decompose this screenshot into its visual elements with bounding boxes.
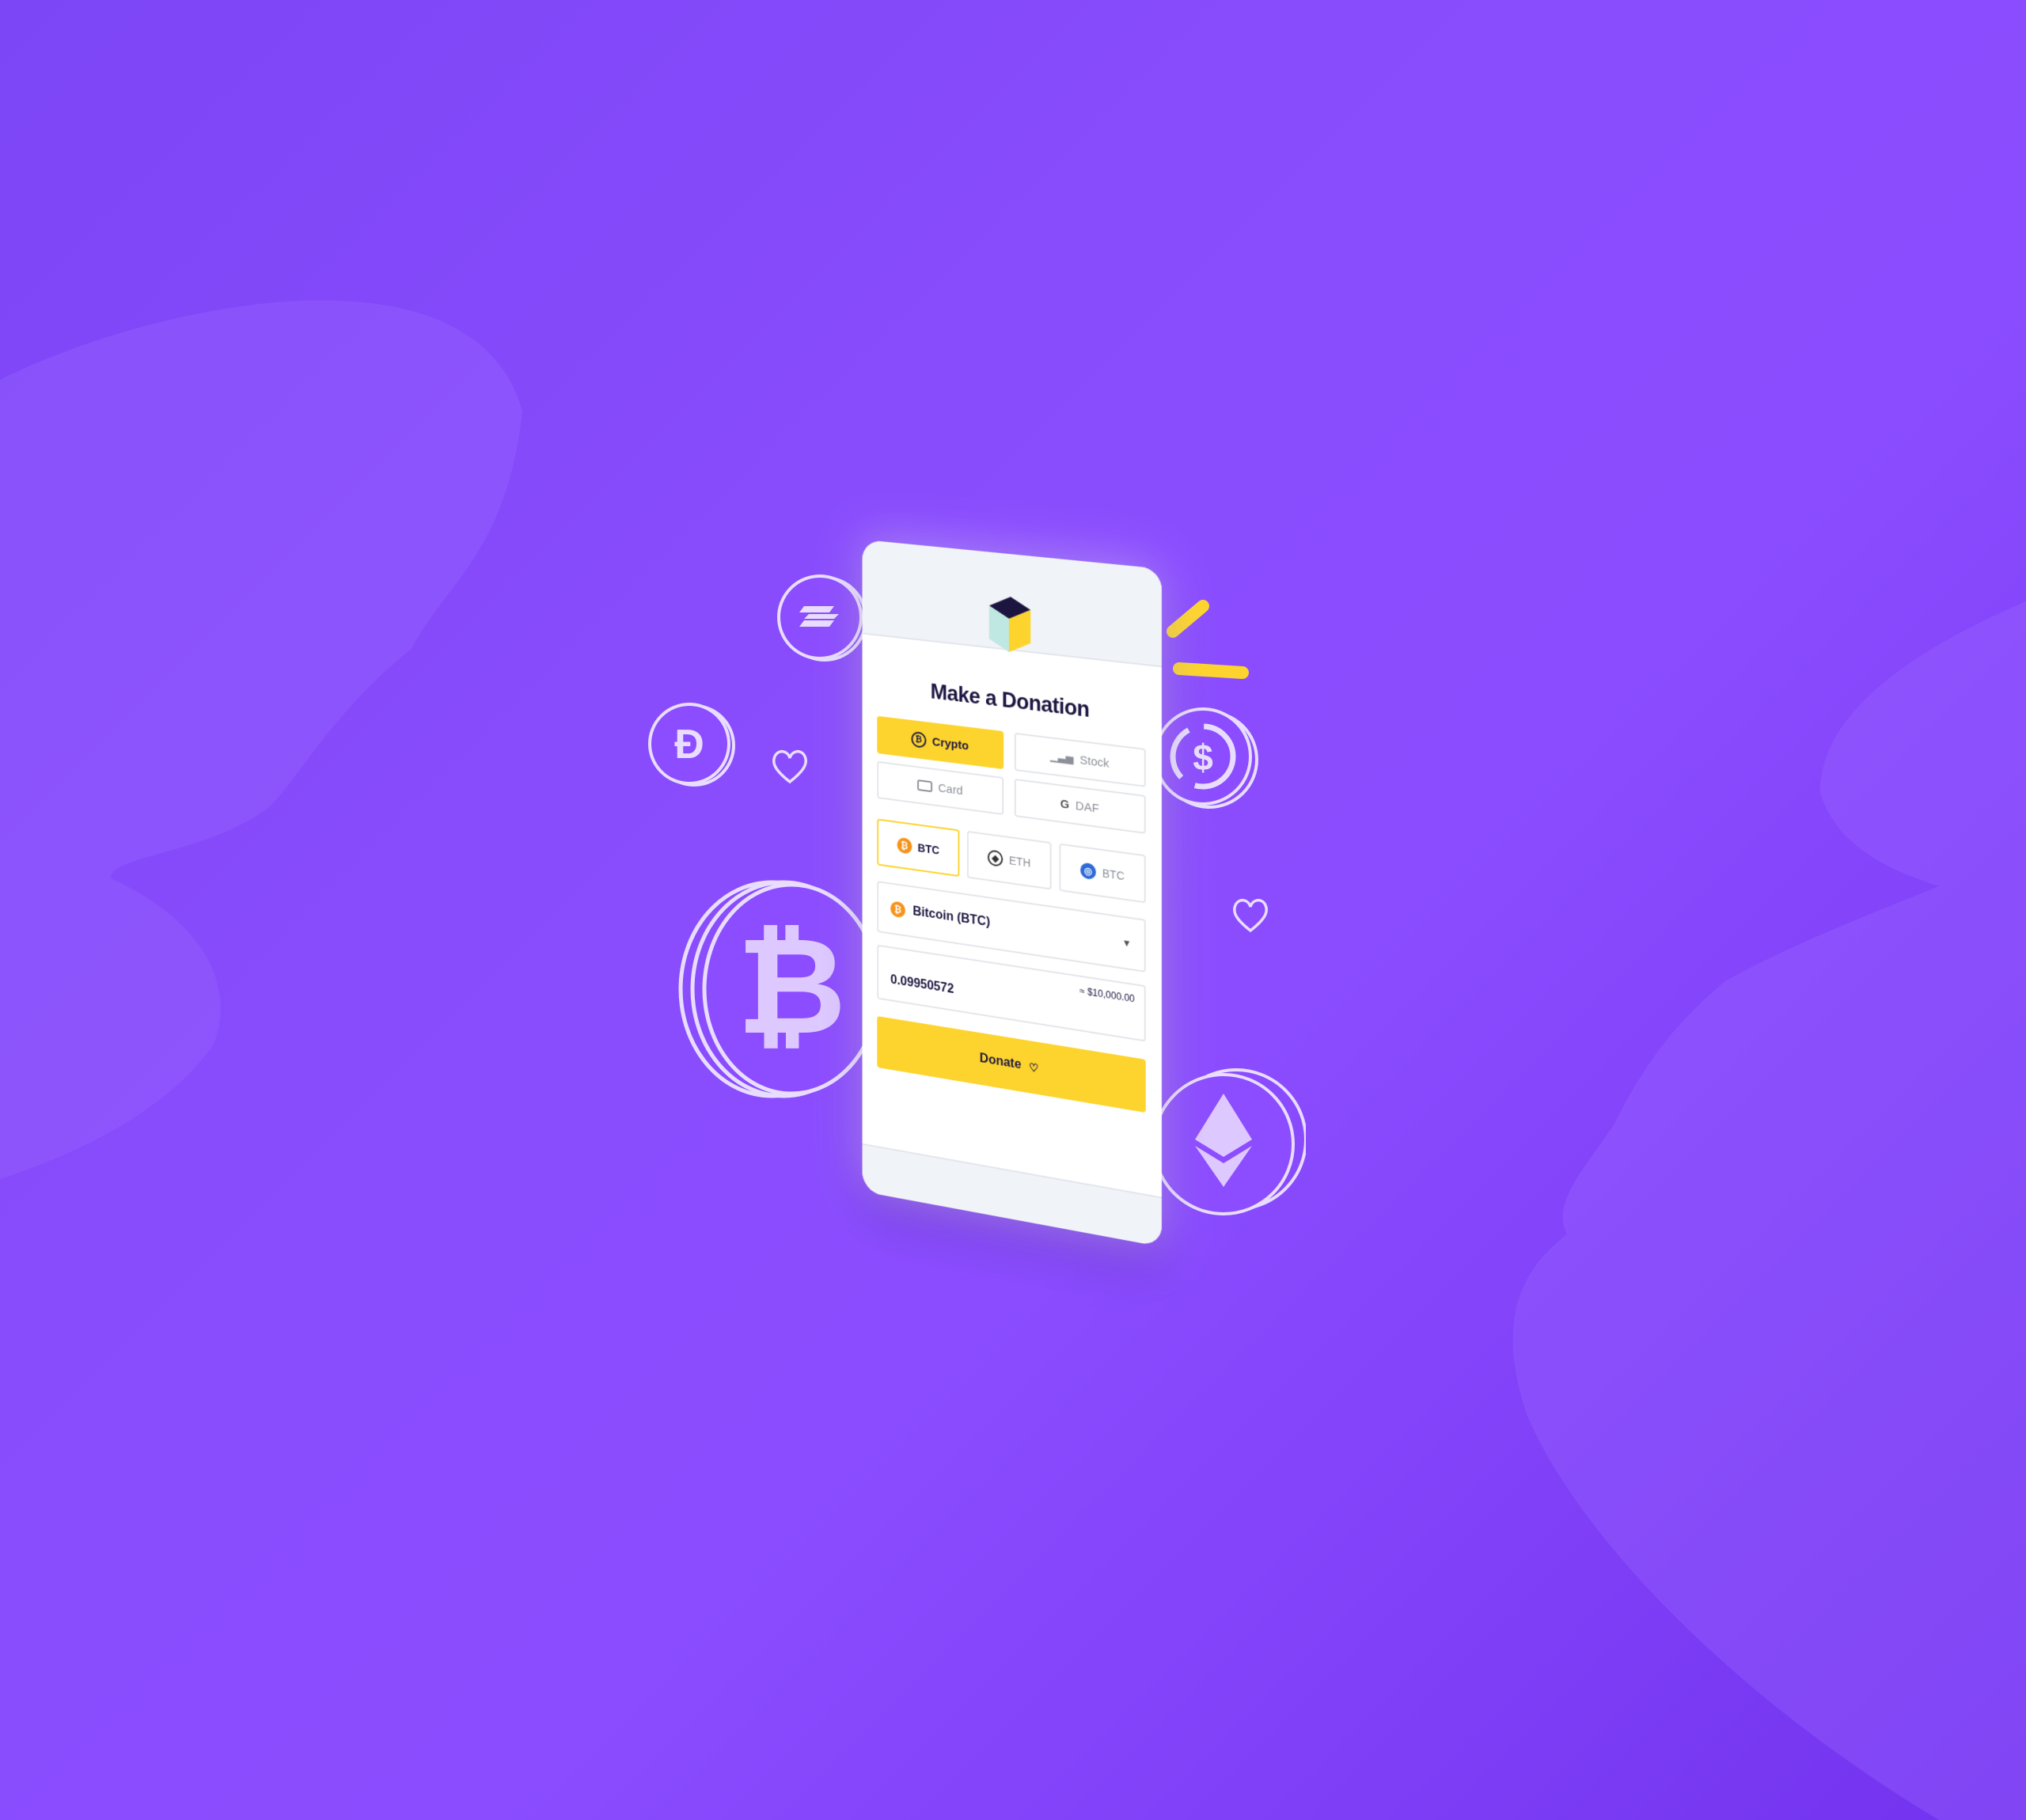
method-stock-button[interactable]: ▁▃▅ Stock [1015, 733, 1146, 787]
method-label: Card [938, 781, 962, 798]
donate-label: Donate [980, 1052, 1021, 1073]
coin-other-button[interactable]: ◎ BTC [1059, 844, 1145, 904]
coin-label: ETH [1009, 854, 1030, 870]
chevron-down-icon: ▼ [1122, 937, 1132, 950]
coin-label: BTC [1102, 866, 1125, 882]
coin-btc-button[interactable]: ₿ BTC [877, 818, 959, 877]
logo-cube-icon [986, 591, 1032, 658]
coin-eth-button[interactable]: ◆ ETH [967, 831, 1052, 890]
hand-heart-icon: ♡ [1029, 1060, 1038, 1075]
credit-card-icon [917, 779, 932, 792]
bitcoin-icon: ₿ [897, 837, 912, 855]
method-label: Crypto [932, 735, 969, 753]
currency-select-value: Bitcoin (BTC) [912, 904, 990, 930]
daf-logo-icon: G [1060, 797, 1069, 812]
method-label: Stock [1079, 753, 1109, 770]
ethereum-icon: ◆ [988, 849, 1003, 867]
donation-card: Make a Donation ₿ Crypto ▁▃▅ Stock Card … [863, 540, 1162, 1247]
bitcoin-icon: ₿ [890, 901, 905, 918]
card-footer [863, 1143, 1162, 1247]
amount-usd-value: ≈ $10,000.00 [1079, 985, 1135, 1005]
amount-crypto-value: 0.09950572 [890, 973, 954, 997]
coin-label: BTC [918, 841, 939, 857]
card-header [863, 540, 1162, 668]
method-label: DAF [1076, 798, 1099, 815]
method-crypto-button[interactable]: ₿ Crypto [877, 716, 1004, 769]
chart-bars-icon: ▁▃▅ [1050, 749, 1073, 765]
bitcoin-outline-icon: ₿ [911, 731, 926, 749]
coin-blue-icon: ◎ [1080, 862, 1096, 880]
